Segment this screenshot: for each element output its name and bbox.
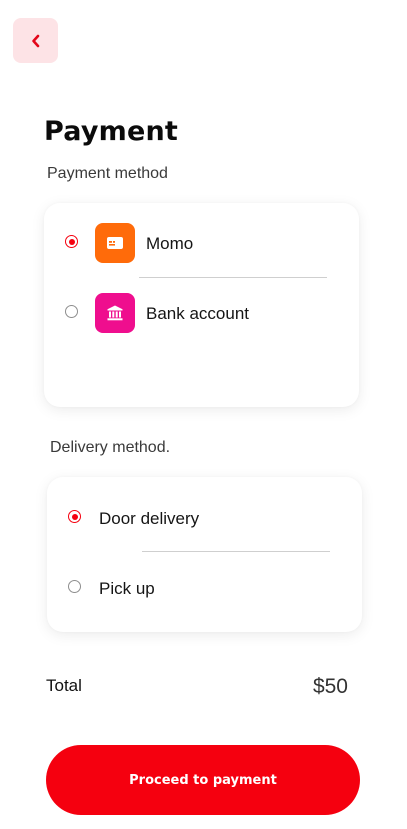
delivery-option-pick-up[interactable]: Pick up xyxy=(47,568,362,608)
bank-account-label: Bank account xyxy=(146,304,250,323)
pick-up-label: Pick up xyxy=(99,579,155,598)
payment-option-bank-account[interactable]: Bank account xyxy=(44,293,359,333)
momo-label: Momo xyxy=(146,234,194,253)
door-delivery-radio[interactable] xyxy=(68,510,81,523)
bank-account-radio[interactable] xyxy=(65,305,78,318)
payment-option-momo[interactable]: Momo xyxy=(44,223,359,263)
delivery-method-card: Door delivery Pick up xyxy=(47,477,362,632)
delivery-divider xyxy=(142,551,330,552)
payment-method-card: Momo Bank account xyxy=(44,203,359,407)
delivery-method-label: Delivery method. xyxy=(50,439,171,456)
back-button[interactable] xyxy=(13,18,58,63)
door-delivery-label: Door delivery xyxy=(99,509,200,528)
total-value: $50 xyxy=(312,675,348,698)
bank-icon xyxy=(95,293,135,333)
total-label: Total xyxy=(46,676,82,695)
pick-up-radio[interactable] xyxy=(68,580,81,593)
page-title: Payment xyxy=(44,116,179,147)
momo-radio[interactable] xyxy=(65,235,78,248)
chevron-left-icon xyxy=(30,34,42,48)
payment-method-label: Payment method xyxy=(47,165,168,182)
proceed-to-payment-button[interactable]: Proceed to payment xyxy=(46,745,360,815)
payment-divider xyxy=(139,277,327,278)
card-icon xyxy=(95,223,135,263)
delivery-option-door-delivery[interactable]: Door delivery xyxy=(47,498,362,538)
